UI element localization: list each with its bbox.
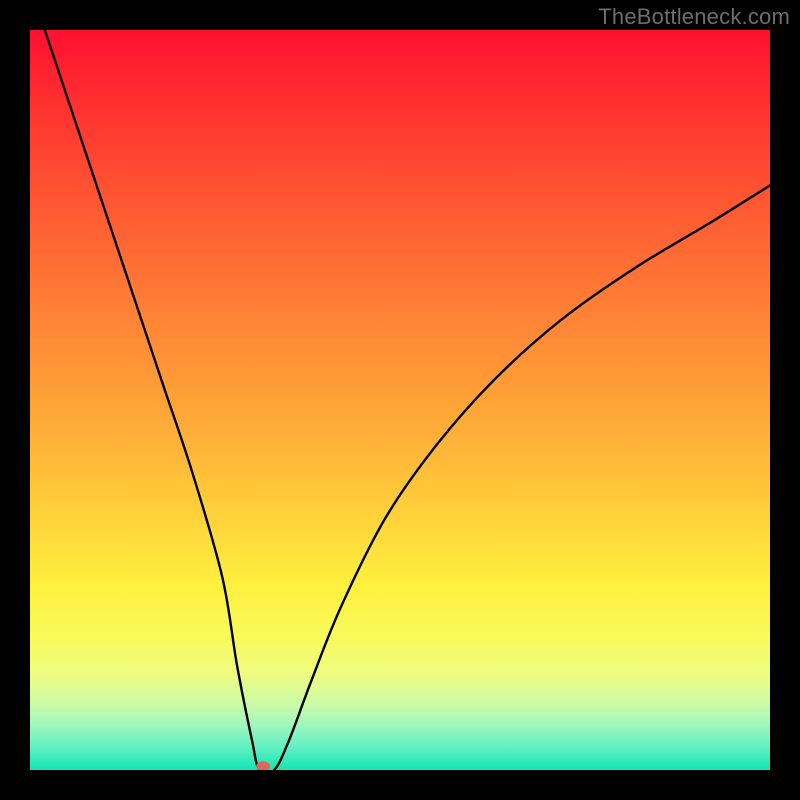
curve-svg (30, 30, 770, 770)
minimum-marker (256, 761, 270, 770)
bottleneck-curve (45, 30, 770, 770)
chart-frame: TheBottleneck.com (0, 0, 800, 800)
plot-area (30, 30, 770, 770)
attribution-text: TheBottleneck.com (598, 4, 790, 30)
